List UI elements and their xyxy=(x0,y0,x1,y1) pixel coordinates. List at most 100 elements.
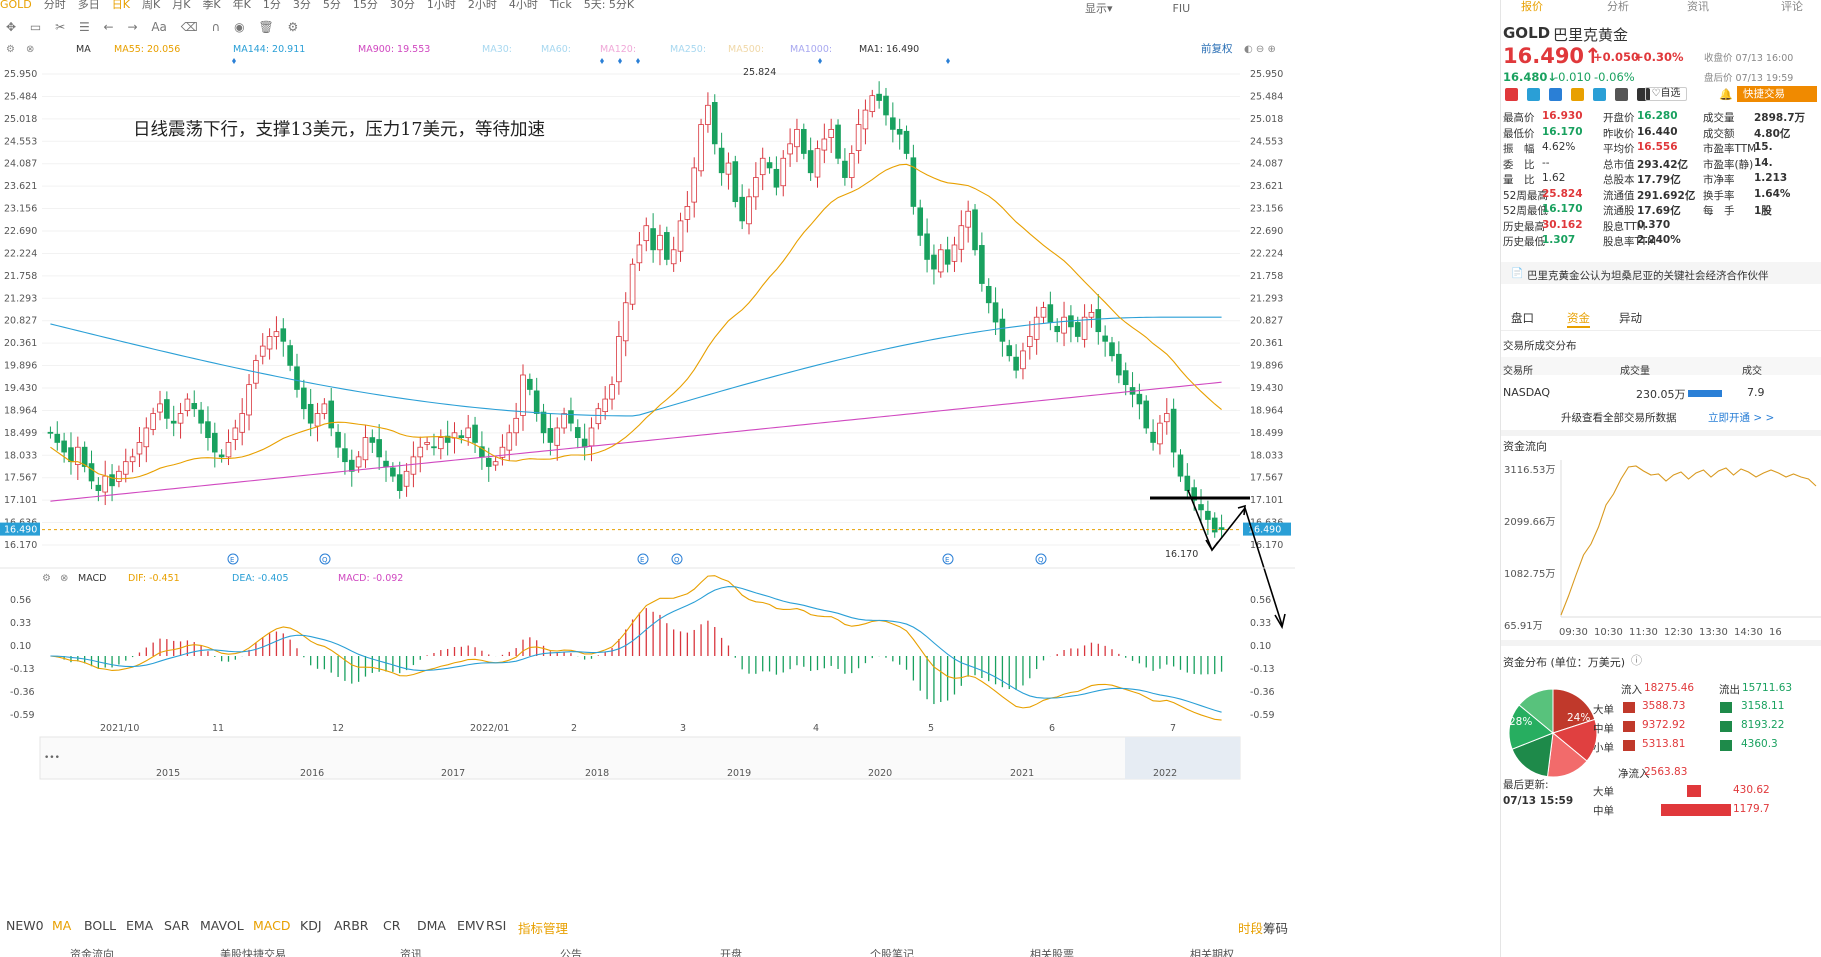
candle-body xyxy=(664,232,670,260)
indicator-tab[interactable]: SAR xyxy=(164,918,189,933)
bottom-tab[interactable]: 开盘 xyxy=(720,946,742,957)
candle-body xyxy=(746,196,752,225)
magnet-icon[interactable]: ∩ xyxy=(212,20,221,34)
macd-tick-right: -0.13 xyxy=(1250,664,1275,675)
bottom-tab[interactable]: 相关期权 xyxy=(1190,946,1234,957)
indicator-tab[interactable]: EMA xyxy=(126,918,153,933)
period-tab-3[interactable]: 日K xyxy=(112,0,130,11)
fast-trade-button[interactable]: 快捷交易 xyxy=(1737,86,1817,102)
period-tab-7[interactable]: 年K xyxy=(233,0,251,11)
chart-controls-icon[interactable]: ◐ ⊖ ⊕ xyxy=(1244,44,1276,55)
period-tab-5[interactable]: 月K xyxy=(172,0,190,11)
indicator-tab[interactable]: CR xyxy=(383,918,400,933)
candle-body xyxy=(129,456,136,463)
macd-settings-icon[interactable]: ⚙ xyxy=(42,573,51,584)
period-tab-16[interactable]: Tick xyxy=(550,0,572,11)
period-tab-11[interactable]: 15分 xyxy=(353,0,378,11)
period-tab-0[interactable]: GOLD xyxy=(0,0,32,11)
text-icon[interactable]: Aa xyxy=(151,20,167,34)
undo-icon[interactable]: ← xyxy=(104,20,114,34)
stat-value: -- xyxy=(1542,156,1550,169)
eye-icon[interactable]: ◉ xyxy=(234,20,244,34)
settings-icon[interactable]: ⚙ xyxy=(288,20,299,34)
period-tab-12[interactable]: 30分 xyxy=(390,0,415,11)
panel-tab[interactable]: 报价 xyxy=(1521,0,1543,14)
bottom-tab[interactable]: 相关股票 xyxy=(1030,946,1074,957)
indicator-tab[interactable]: 指标管理 xyxy=(518,918,568,937)
upgrade-link[interactable]: 立即开通 > > xyxy=(1708,410,1774,425)
period-tab-6[interactable]: 季K xyxy=(202,0,220,11)
indicator-tab[interactable]: EMV xyxy=(457,918,484,933)
info-icon: ⓘ xyxy=(1631,654,1642,667)
quote-action-icon[interactable] xyxy=(1527,88,1540,101)
fuquan-label[interactable]: 前复权 xyxy=(1201,42,1233,55)
macd-tick-left: 0.33 xyxy=(10,618,31,629)
topbar-right-item[interactable]: 显示▾ xyxy=(1085,2,1113,15)
indicator-tab[interactable]: MACD xyxy=(253,918,290,933)
overview-window[interactable] xyxy=(1125,737,1240,779)
indicator-tab[interactable]: NEW0 xyxy=(6,918,44,933)
period-tab-8[interactable]: 1分 xyxy=(263,0,281,11)
quote-action-icon[interactable] xyxy=(1615,88,1628,101)
indicator-tab[interactable]: ARBR xyxy=(334,918,369,933)
panel-tab[interactable]: 分析 xyxy=(1607,0,1629,14)
crosshair-icon[interactable]: ✥ xyxy=(6,20,16,34)
navigator-more-icon[interactable]: ••• xyxy=(44,753,60,763)
bottom-tab[interactable]: 个股笔记 xyxy=(870,946,914,957)
candle-body xyxy=(527,378,533,390)
macd-close-icon[interactable]: ⊗ xyxy=(60,573,68,584)
bell-icon[interactable]: 🔔 xyxy=(1719,88,1733,101)
ma-legend-item: MA1: 16.490 xyxy=(859,44,919,55)
watchlist-button[interactable]: ♡自选 xyxy=(1645,87,1687,101)
indicator-tab[interactable]: MA xyxy=(52,918,71,933)
chips-tab[interactable]: 筹码 xyxy=(1263,918,1288,937)
session-tab[interactable]: 时段 xyxy=(1238,918,1263,937)
sub-tab[interactable]: 资金 xyxy=(1567,310,1590,328)
period-tab-13[interactable]: 1小时 xyxy=(427,0,456,11)
candle-body xyxy=(972,209,978,251)
panel-tab[interactable]: 评论 xyxy=(1781,0,1803,14)
bottom-tab[interactable]: 美股快捷交易 xyxy=(220,946,286,957)
macd-legend-item: MACD: -0.092 xyxy=(338,573,403,584)
chart-area[interactable]: ⚙ ⊗ MA MA55: 20.056 MA144: 20.911 MA900: 19.5… xyxy=(0,40,1295,915)
period-tab-2[interactable]: 多日 xyxy=(78,0,100,11)
period-tab-15[interactable]: 4小时 xyxy=(509,0,538,11)
sub-tab[interactable]: 盘口 xyxy=(1511,310,1534,326)
ma-settings-icon[interactable]: ⚙ xyxy=(6,44,15,55)
overview-navigator[interactable] xyxy=(39,736,1241,780)
period-tab-1[interactable]: 分时 xyxy=(44,0,66,11)
indicator-tab[interactable]: BOLL xyxy=(84,918,116,933)
period-tab-10[interactable]: 5分 xyxy=(323,0,341,11)
panel-tab[interactable]: 资讯 xyxy=(1687,0,1709,14)
ma-close-icon[interactable]: ⊗ xyxy=(26,44,34,55)
quote-action-icon[interactable] xyxy=(1505,88,1518,101)
list-icon[interactable]: ☰ xyxy=(79,20,90,34)
bottom-tab[interactable]: 资金流向 xyxy=(70,946,114,957)
quote-action-icon[interactable] xyxy=(1549,88,1562,101)
period-toolbar: GOLD 分时 多日 日K 周K 月K 季K 年K 1分 3分 5分 15分 30分 1小时 2小时 4小时 T… xyxy=(0,0,1500,14)
candle-body xyxy=(937,249,944,273)
delete-icon[interactable]: 🗑 xyxy=(258,20,273,34)
price-tick-left: 18.033 xyxy=(4,450,37,461)
quote-action-icon[interactable] xyxy=(1571,88,1584,101)
bottom-tab[interactable]: 公告 xyxy=(560,946,582,957)
candle-body xyxy=(369,437,376,443)
sub-tab[interactable]: 异动 xyxy=(1619,310,1642,326)
period-tab-14[interactable]: 2小时 xyxy=(468,0,497,11)
topbar-right-item[interactable]: FIU xyxy=(1173,2,1191,15)
eraser-icon[interactable]: ⌫ xyxy=(181,20,198,34)
indicator-tab[interactable]: KDJ xyxy=(300,918,322,933)
period-tab-17[interactable]: 5天: 5分K xyxy=(584,0,634,11)
quote-action-icon[interactable] xyxy=(1593,88,1606,101)
indicator-tab[interactable]: RSI xyxy=(486,918,506,933)
bottom-tab[interactable]: 资讯 xyxy=(400,946,422,957)
indicator-tab[interactable]: MAVOL xyxy=(200,918,244,933)
indicator-tab[interactable]: DMA xyxy=(417,918,446,933)
redo-icon[interactable]: → xyxy=(127,20,137,34)
scissors-icon[interactable]: ✂ xyxy=(55,20,65,34)
period-tab-9[interactable]: 3分 xyxy=(293,0,311,11)
rect-icon[interactable]: ▭ xyxy=(30,20,41,34)
macd-legend-item: MACD xyxy=(78,573,106,584)
period-tab-4[interactable]: 周K xyxy=(142,0,160,11)
candle-body xyxy=(821,138,828,151)
